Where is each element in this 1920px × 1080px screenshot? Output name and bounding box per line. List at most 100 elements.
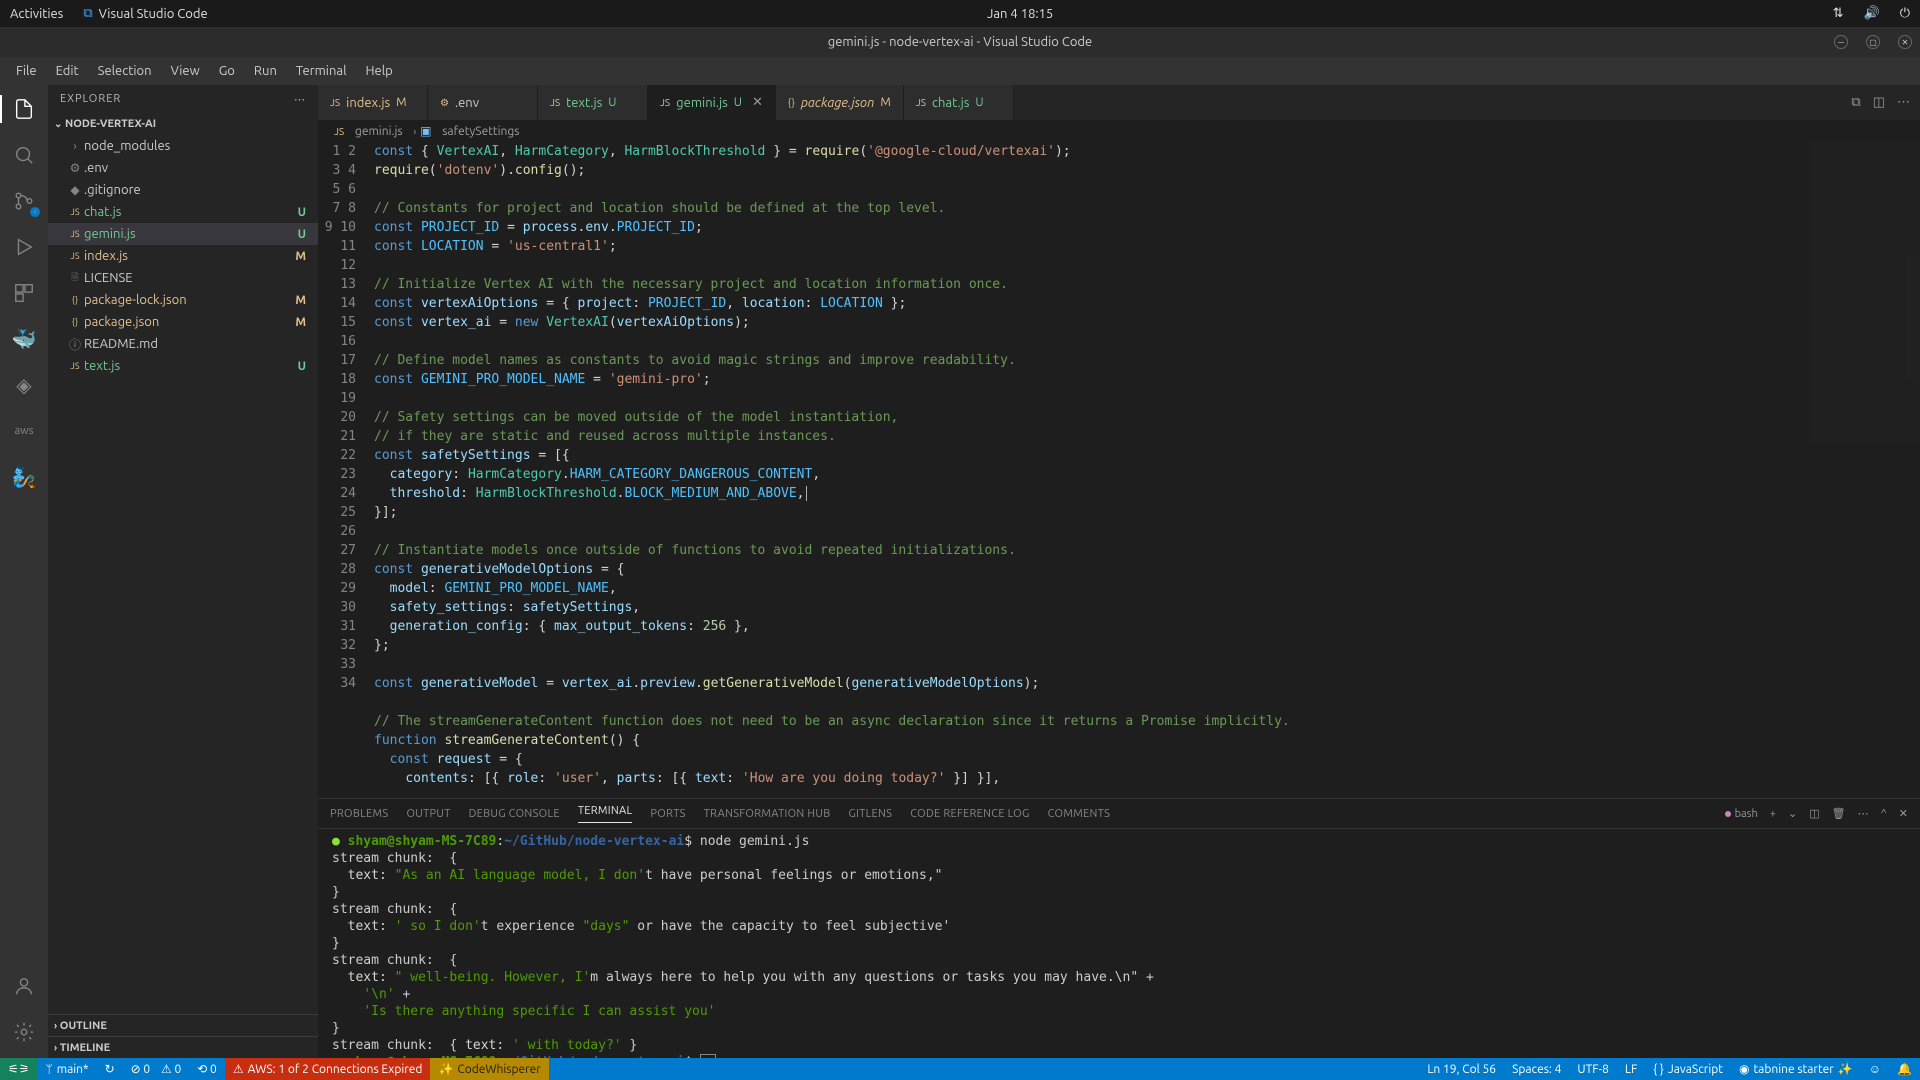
file-text.js[interactable]: JStext.jsU (48, 355, 318, 377)
file-node_modules[interactable]: ›node_modules (48, 135, 318, 157)
outline-section[interactable]: › OUTLINE (48, 1014, 318, 1036)
tab-gemini.js[interactable]: JSgemini.jsU✕ (648, 85, 776, 120)
panel-tab-comments[interactable]: COMMENTS (1048, 808, 1111, 820)
panel-tab-transformation-hub[interactable]: TRANSFORMATION HUB (704, 808, 831, 820)
sidebar-more-icon[interactable]: ⋯ (294, 93, 306, 106)
file-package-lock.json[interactable]: {}package-lock.jsonM (48, 289, 318, 311)
git-status: U (298, 206, 306, 219)
docker-icon[interactable]: 🐳 (10, 325, 38, 353)
power-icon[interactable]: ⏻ (1900, 6, 1910, 21)
volume-icon[interactable]: 🔊 (1864, 6, 1880, 21)
status-eol[interactable]: LF (1617, 1058, 1645, 1080)
compare-icon[interactable]: ⧉ (1851, 95, 1860, 110)
window-title: gemini.js - node-vertex-ai - Visual Stud… (828, 35, 1092, 49)
status-aws[interactable]: ⚠ AWS: 1 of 2 Connections Expired (225, 1058, 431, 1080)
menu-run[interactable]: Run (246, 60, 285, 82)
extensions-icon[interactable] (10, 279, 38, 307)
split-terminal-icon[interactable]: ◫ (1809, 807, 1819, 820)
maximize-panel-icon[interactable]: ^ (1881, 808, 1887, 820)
editor-body[interactable]: 1 2 3 4 5 6 7 8 9 10 11 12 13 14 15 16 1… (318, 142, 1920, 798)
panel-tab-problems[interactable]: PROBLEMS (330, 808, 388, 820)
genie-icon[interactable]: 🧞 (10, 463, 38, 491)
minimap[interactable] (1810, 142, 1920, 442)
status-bell[interactable]: 🔔 (1889, 1058, 1920, 1080)
aws-icon[interactable]: aws (10, 417, 38, 445)
app-menu[interactable]: ⧉ Visual Studio Code (83, 6, 207, 21)
network-icon[interactable]: ⇅ (1833, 6, 1844, 21)
run-debug-icon[interactable] (10, 233, 38, 261)
kill-terminal-icon[interactable]: 🗑 (1832, 807, 1846, 820)
panel-tab-code-reference-log[interactable]: CODE REFERENCE LOG (910, 808, 1029, 820)
panel-tab-terminal[interactable]: TERMINAL (578, 805, 633, 823)
more-terminal-icon[interactable]: ⋯ (1858, 807, 1869, 820)
file-index.js[interactable]: JSindex.jsM (48, 245, 318, 267)
explorer-icon[interactable] (10, 95, 38, 123)
status-problems[interactable]: ⊘ 0 ⚠ 0 (123, 1058, 190, 1080)
panel-tab-output[interactable]: OUTPUT (406, 808, 450, 820)
activities-button[interactable]: Activities (10, 7, 63, 21)
source-control-icon[interactable]: 4 (10, 187, 38, 215)
status-cursor[interactable]: Ln 19, Col 56 (1419, 1058, 1504, 1080)
remote-indicator[interactable]: ⚟⚞ (0, 1058, 38, 1080)
split-icon[interactable]: ◫ (1873, 95, 1885, 110)
tab-label: .env (455, 96, 479, 110)
tab-status: U (734, 96, 742, 109)
tab-chat.js[interactable]: JSchat.jsU (904, 85, 1014, 120)
timeline-section[interactable]: › TIMELINE (48, 1036, 318, 1058)
tab-index.js[interactable]: JSindex.jsM (318, 85, 428, 120)
db-icon[interactable]: ◈ (10, 371, 38, 399)
file-README.md[interactable]: ⓘREADME.md (48, 333, 318, 355)
status-branch[interactable]: ᛘ main* (38, 1058, 97, 1080)
file-package.json[interactable]: {}package.jsonM (48, 311, 318, 333)
file-gemini.js[interactable]: JSgemini.jsU (48, 223, 318, 245)
file-.gitignore[interactable]: ◆.gitignore (48, 179, 318, 201)
menu-terminal[interactable]: Terminal (288, 60, 355, 82)
menu-go[interactable]: Go (211, 60, 243, 82)
tabs-bar: JSindex.jsM⚙.envJStext.jsUJSgemini.jsU✕{… (318, 85, 1920, 120)
terminal[interactable]: ● shyam@shyam-MS-7C89:~/GitHub/node-vert… (318, 829, 1920, 1058)
terminal-dropdown-icon[interactable]: ⌄ (1788, 807, 1797, 820)
minimize-button[interactable]: ─ (1834, 35, 1848, 49)
status-port[interactable]: ⟲ 0 (189, 1058, 225, 1080)
tab-text.js[interactable]: JStext.jsU (538, 85, 648, 120)
code-content[interactable]: const { VertexAI, HarmCategory, HarmBloc… (374, 142, 1920, 798)
search-icon[interactable] (10, 141, 38, 169)
settings-icon[interactable] (10, 1018, 38, 1046)
tab-close-icon[interactable]: ✕ (752, 95, 763, 110)
maximize-button[interactable]: ▢ (1866, 35, 1880, 49)
accounts-icon[interactable] (10, 972, 38, 1000)
menu-help[interactable]: Help (357, 60, 400, 82)
terminal-shell[interactable]: bash (1725, 808, 1758, 820)
git-status: M (295, 250, 306, 263)
tab-package.json[interactable]: {}package.jsonM (776, 85, 904, 120)
tab-.env[interactable]: ⚙.env (428, 85, 538, 120)
panel-tab-debug-console[interactable]: DEBUG CONSOLE (469, 808, 560, 820)
status-lang[interactable]: { } JavaScript (1645, 1058, 1731, 1080)
menu-view[interactable]: View (163, 60, 208, 82)
breadcrumbs[interactable]: JS gemini.js › ▣ safetySettings (318, 120, 1920, 142)
clock[interactable]: Jan 4 18:15 (987, 7, 1053, 21)
status-encoding[interactable]: UTF-8 (1569, 1058, 1616, 1080)
status-tabnine[interactable]: ◉ tabnine starter ✨ (1731, 1058, 1861, 1080)
more-icon[interactable]: ⋯ (1897, 95, 1910, 110)
panel-tab-ports[interactable]: PORTS (650, 808, 685, 820)
file-.env[interactable]: ⚙.env (48, 157, 318, 179)
menu-file[interactable]: File (8, 60, 45, 82)
vscode-icon: ⧉ (83, 6, 92, 21)
close-button[interactable]: ✕ (1898, 35, 1912, 49)
git-status: U (298, 228, 306, 241)
status-feedback[interactable]: ☺ (1861, 1058, 1889, 1080)
new-terminal-icon[interactable]: + (1770, 808, 1776, 820)
status-spaces[interactable]: Spaces: 4 (1504, 1058, 1569, 1080)
file-LICENSE[interactable]: 🗎LICENSE (48, 267, 318, 289)
status-sync[interactable]: ↻ (97, 1058, 123, 1080)
panel-tab-gitlens[interactable]: GITLENS (848, 808, 892, 820)
menu-selection[interactable]: Selection (90, 60, 160, 82)
file-icon: JS (66, 251, 84, 261)
close-panel-icon[interactable]: ✕ (1899, 807, 1908, 820)
project-header[interactable]: ⌄ NODE-VERTEX-AI (48, 113, 318, 135)
menubar: FileEditSelectionViewGoRunTerminalHelp (0, 57, 1920, 85)
file-chat.js[interactable]: JSchat.jsU (48, 201, 318, 223)
menu-edit[interactable]: Edit (48, 60, 87, 82)
status-codewhisperer[interactable]: ✨ CodeWhisperer (430, 1058, 548, 1080)
